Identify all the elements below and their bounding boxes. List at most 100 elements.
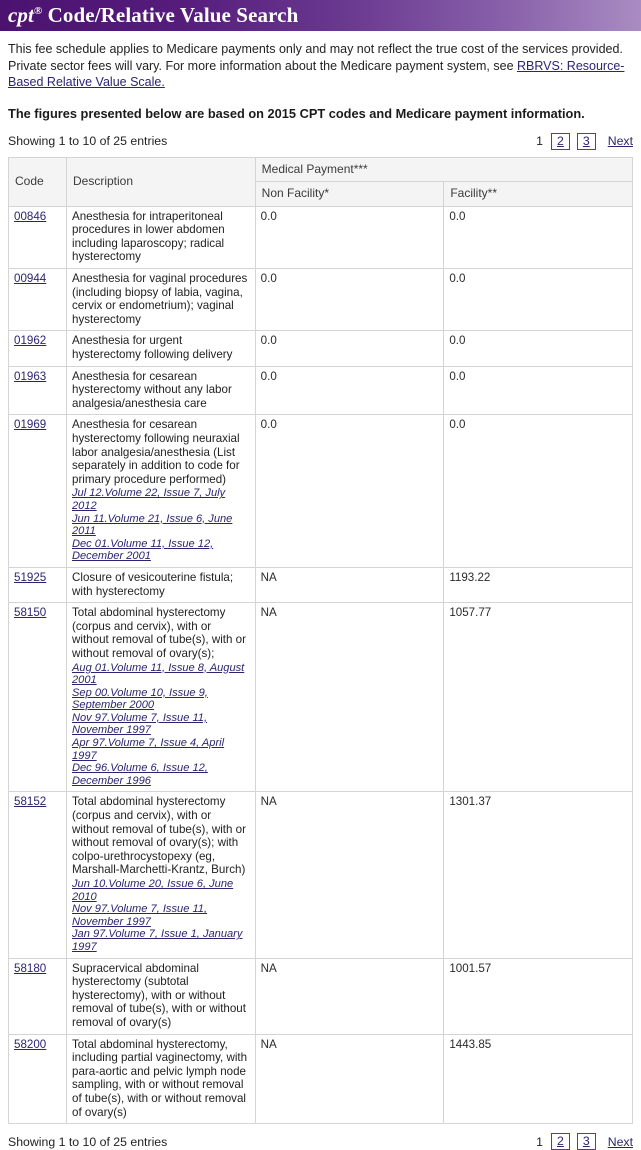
page-title-text: Code/Relative Value Search bbox=[42, 3, 299, 27]
code-link[interactable]: 01969 bbox=[14, 418, 46, 431]
table-row: 00944 Anesthesia for vaginal procedures (… bbox=[8, 268, 633, 332]
showing-entries-top: Showing 1 to 10 of 25 entries bbox=[8, 134, 168, 148]
page-link-2-top[interactable]: 2 bbox=[551, 132, 570, 150]
cell-code: 58150 bbox=[8, 602, 67, 793]
page-link-2-bottom[interactable]: 2 bbox=[551, 1133, 570, 1150]
code-link[interactable]: 58180 bbox=[14, 962, 46, 975]
description-text: Closure of vesicouterine fistula; with h… bbox=[72, 570, 234, 598]
table-row: 58180 Supracervical abdominal hysterectom… bbox=[8, 957, 633, 1035]
citation-link[interactable]: Jun 10.Volume 20, Issue 6, June 2010 bbox=[72, 878, 250, 903]
citation-link[interactable]: Jun 11.Volume 21, Issue 6, June 2011 bbox=[72, 513, 250, 538]
cell-code: 58200 bbox=[8, 1033, 67, 1125]
citation-link[interactable]: Jan 97.Volume 7, Issue 1, January 1997 bbox=[72, 928, 250, 953]
pagination-top: 1 2 3 Next bbox=[535, 132, 633, 150]
cell-non-facility: NA bbox=[254, 957, 445, 1035]
table-row: 01969 Anesthesia for cesarean hysterectom… bbox=[8, 414, 633, 568]
code-link[interactable]: 01962 bbox=[14, 334, 46, 347]
citation-link[interactable]: Dec 01.Volume 11, Issue 12, December 200… bbox=[72, 538, 250, 563]
citation-list: Jul 12.Volume 22, Issue 7, July 2012 Jun … bbox=[72, 487, 250, 563]
column-header-medical-payment: Medical Payment*** bbox=[254, 156, 634, 183]
cell-facility: 1443.85 bbox=[443, 1033, 633, 1125]
description-text: Anesthesia for urgent hysterectomy follo… bbox=[72, 334, 233, 362]
cell-facility: 0.0 bbox=[443, 365, 633, 416]
citation-link[interactable]: Aug 01.Volume 11, Issue 8, August 2001 bbox=[72, 662, 250, 687]
showing-entries-bottom: Showing 1 to 10 of 25 entries bbox=[8, 1134, 168, 1149]
cell-facility: 1001.57 bbox=[443, 957, 633, 1035]
citation-list: Aug 01.Volume 11, Issue 8, August 2001 Se… bbox=[72, 662, 250, 788]
code-link[interactable]: 58150 bbox=[14, 606, 46, 619]
cell-non-facility: 0.0 bbox=[254, 414, 445, 568]
table-body: 00846 Anesthesia for intraperitoneal proc… bbox=[8, 205, 633, 1125]
code-link[interactable]: 58152 bbox=[14, 795, 46, 808]
cell-description: Total abdominal hysterectomy, including … bbox=[66, 1033, 256, 1125]
cell-non-facility: 0.0 bbox=[254, 330, 445, 367]
code-link[interactable]: 00944 bbox=[14, 272, 46, 285]
table-row: 58200 Total abdominal hysterectomy, inclu… bbox=[8, 1033, 633, 1125]
description-text: Anesthesia for intraperitoneal procedure… bbox=[72, 209, 225, 264]
description-text: Total abdominal hysterectomy, including … bbox=[72, 1037, 248, 1119]
citation-link[interactable]: Nov 97.Volume 7, Issue 11, November 1997 bbox=[72, 712, 250, 737]
code-link[interactable]: 00846 bbox=[14, 210, 46, 223]
cell-facility: 1193.22 bbox=[443, 566, 633, 604]
code-link[interactable]: 58200 bbox=[14, 1038, 46, 1051]
page-current-bottom: 1 bbox=[536, 1134, 544, 1149]
intro-paragraph: This fee schedule applies to Medicare pa… bbox=[8, 41, 633, 91]
citation-list: Jun 10.Volume 20, Issue 6, June 2010 Nov … bbox=[72, 878, 250, 954]
pagination-bottom: 1 2 3 Next bbox=[535, 1133, 633, 1150]
cell-non-facility: NA bbox=[254, 1033, 445, 1125]
code-link[interactable]: 51925 bbox=[14, 571, 46, 584]
next-page-link-bottom[interactable]: Next bbox=[608, 1135, 633, 1149]
cell-non-facility: 0.0 bbox=[254, 365, 445, 416]
citation-link[interactable]: Dec 96.Volume 6, Issue 12, December 1996 bbox=[72, 762, 250, 787]
cell-facility: 0.0 bbox=[443, 330, 633, 367]
cell-code: 58152 bbox=[8, 791, 67, 959]
next-page-link-top[interactable]: Next bbox=[608, 134, 633, 148]
description-text: Anesthesia for vaginal procedures (inclu… bbox=[72, 272, 248, 326]
cell-non-facility: NA bbox=[254, 791, 445, 959]
cell-facility: 0.0 bbox=[443, 268, 633, 332]
citation-link[interactable]: Jul 12.Volume 22, Issue 7, July 2012 bbox=[72, 487, 250, 512]
cell-code: 58180 bbox=[8, 957, 67, 1035]
table-head: Code Description Medical Payment*** Non … bbox=[8, 156, 634, 207]
description-text: Supracervical abdominal hysterectomy (su… bbox=[72, 961, 246, 1029]
cell-non-facility: 0.0 bbox=[254, 205, 445, 270]
figures-headline: The figures presented below are based on… bbox=[8, 105, 585, 121]
cell-code: 01963 bbox=[8, 365, 67, 416]
cell-description: Closure of vesicouterine fistula; with h… bbox=[66, 566, 256, 604]
cell-non-facility: NA bbox=[254, 602, 445, 793]
description-text: Anesthesia for cesarean hysterectomy wit… bbox=[72, 369, 232, 410]
cell-facility: 0.0 bbox=[443, 414, 633, 568]
table-row: 51925 Closure of vesicouterine fistula; w… bbox=[8, 566, 633, 604]
code-link[interactable]: 01963 bbox=[14, 370, 46, 383]
cell-code: 00846 bbox=[8, 205, 67, 270]
column-header-facility[interactable]: Facility** bbox=[443, 181, 633, 207]
citation-link[interactable]: Nov 97.Volume 7, Issue 11, November 1997 bbox=[72, 903, 250, 928]
cell-code: 51925 bbox=[8, 566, 67, 604]
cell-description: Anesthesia for vaginal procedures (inclu… bbox=[66, 268, 256, 332]
cell-description: Total abdominal hysterectomy (corpus and… bbox=[66, 791, 256, 959]
table-row: 58152 Total abdominal hysterectomy (corpu… bbox=[8, 791, 633, 959]
page-current-top: 1 bbox=[536, 134, 544, 148]
cell-description: Anesthesia for intraperitoneal procedure… bbox=[66, 205, 256, 270]
citation-link[interactable]: Apr 97.Volume 7, Issue 4, April 1997 bbox=[72, 737, 250, 762]
table-row: 01962 Anesthesia for urgent hysterectomy … bbox=[8, 330, 633, 367]
cell-description: Anesthesia for urgent hysterectomy follo… bbox=[66, 330, 256, 367]
table-row: 58150 Total abdominal hysterectomy (corpu… bbox=[8, 602, 633, 793]
page-link-3-bottom[interactable]: 3 bbox=[576, 1133, 596, 1150]
citation-link[interactable]: Sep 00.Volume 10, Issue 9, September 200… bbox=[72, 687, 250, 712]
page-link-3-top[interactable]: 3 bbox=[576, 132, 596, 150]
column-header-non-facility[interactable]: Non Facility* bbox=[254, 181, 445, 207]
page-content: This fee schedule applies to Medicare pa… bbox=[0, 41, 641, 1150]
column-header-description[interactable]: Description bbox=[66, 156, 256, 207]
description-text: Total abdominal hysterectomy (corpus and… bbox=[72, 795, 246, 877]
page-title: cpt® Code/Relative Value Search bbox=[8, 3, 298, 28]
cell-description: Supracervical abdominal hysterectomy (su… bbox=[66, 957, 256, 1035]
bottom-info-bar: Showing 1 to 10 of 25 entries 1 2 3 Next bbox=[8, 1133, 633, 1150]
cell-code: 00944 bbox=[8, 268, 67, 332]
cpt-results-table: Code Description Medical Payment*** Non … bbox=[8, 156, 634, 1125]
cell-code: 01962 bbox=[8, 330, 67, 367]
description-text: Total abdominal hysterectomy (corpus and… bbox=[72, 606, 246, 660]
cell-non-facility: 0.0 bbox=[254, 268, 445, 332]
column-header-code[interactable]: Code bbox=[8, 156, 67, 207]
table-header-row-1: Code Description Medical Payment*** bbox=[8, 156, 634, 207]
